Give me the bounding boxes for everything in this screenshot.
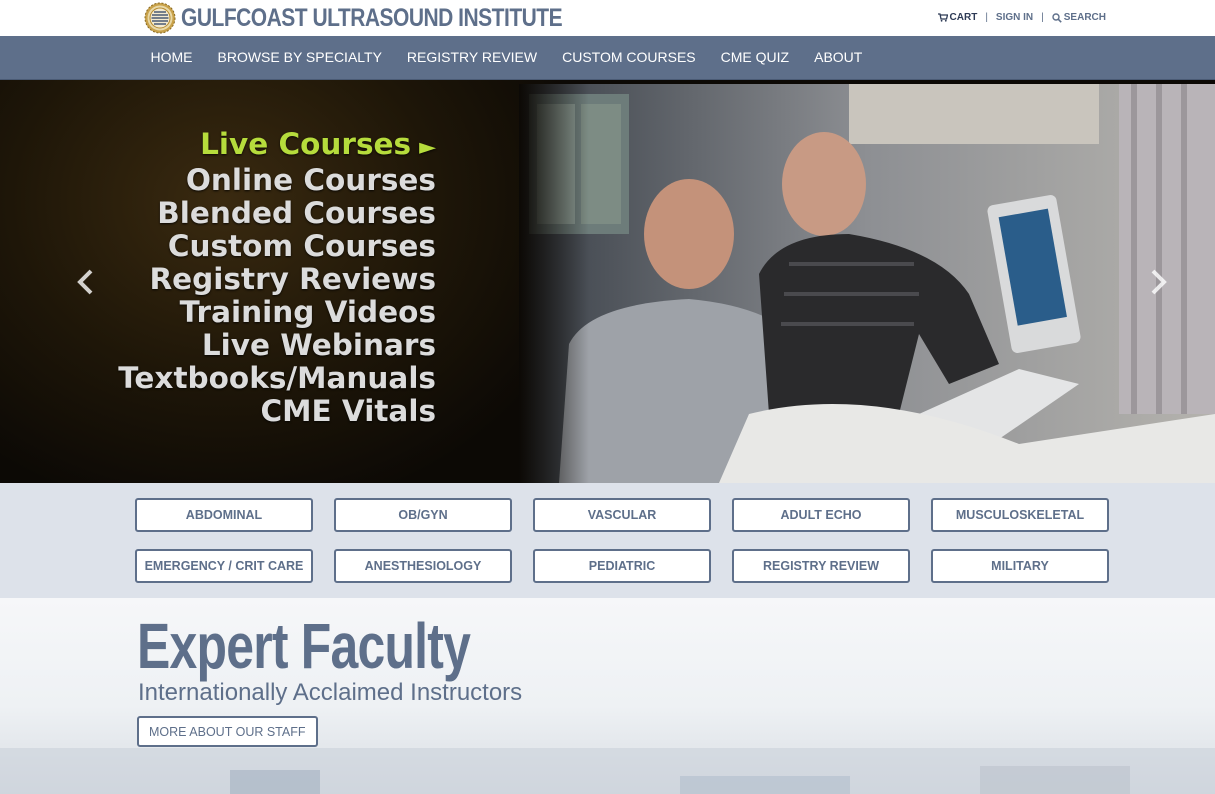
top-bar: GULFCOAST ULTRASOUND INSTITUTE CART | SI… [0, 0, 1215, 36]
cart-icon [937, 13, 948, 22]
cart-label: CART [949, 12, 978, 23]
separator: | [985, 12, 988, 23]
specialty-button-military[interactable]: MILITARY [931, 549, 1109, 583]
expert-faculty-section: Expert Faculty Internationally Acclaimed… [0, 598, 1215, 794]
specialty-button-pediatric[interactable]: PEDIATRIC [533, 549, 711, 583]
nav-item-browse-by-specialty[interactable]: BROWSE BY SPECIALTY [205, 36, 394, 80]
carousel-prev-button[interactable] [55, 80, 115, 483]
nav-item-home[interactable]: HOME [138, 36, 205, 80]
feature-subtitle: Internationally Acclaimed Instructors [138, 679, 523, 706]
more-about-staff-button[interactable]: MORE ABOUT OUR STAFF [137, 716, 318, 747]
site-logo[interactable]: GULFCOAST ULTRASOUND INSTITUTE [144, 2, 635, 34]
main-navbar: HOME BROWSE BY SPECIALTY REGISTRY REVIEW… [0, 36, 1215, 80]
nav-item-cme-quiz[interactable]: CME QUIZ [708, 36, 801, 80]
carousel-next-button[interactable] [1129, 80, 1189, 483]
nav-item-custom-courses[interactable]: CUSTOM COURSES [550, 36, 709, 80]
hero-photo [519, 84, 1215, 483]
specialty-buttons: ABDOMINAL OB/GYN VASCULAR ADULT ECHO MUS… [0, 483, 1215, 598]
search-link[interactable]: SEARCH [1052, 12, 1106, 23]
sign-in-label: SIGN IN [995, 12, 1034, 23]
search-icon [1052, 12, 1062, 23]
main-nav: HOME BROWSE BY SPECIALTY REGISTRY REVIEW… [138, 36, 875, 80]
sign-in-link[interactable]: SIGN IN [996, 12, 1033, 23]
nav-item-about[interactable]: ABOUT [802, 36, 875, 80]
specialty-button-adult-echo[interactable]: ADULT ECHO [732, 498, 910, 532]
search-label: SEARCH [1063, 12, 1106, 23]
utility-links: CART | SIGN IN | SEARCH [937, 12, 1106, 23]
specialty-button-musculoskeletal[interactable]: MUSCULOSKELETAL [931, 498, 1109, 532]
logo-text: GULFCOAST ULTRASOUND INSTITUTE [181, 3, 563, 32]
specialty-button-vascular[interactable]: VASCULAR [533, 498, 711, 532]
specialty-button-anesthesiology[interactable]: ANESTHESIOLOGY [334, 549, 512, 583]
specialty-button-ob-gyn[interactable]: OB/GYN [334, 498, 512, 532]
play-arrow-icon: ► [419, 135, 436, 160]
specialty-button-emergency-crit-care[interactable]: EMERGENCY / CRIT CARE [135, 549, 313, 583]
nav-item-registry-review[interactable]: REGISTRY REVIEW [394, 36, 549, 80]
chevron-right-icon [1151, 269, 1167, 294]
logo-emblem-icon [144, 2, 176, 34]
chevron-left-icon [77, 269, 93, 294]
cart-link[interactable]: CART [937, 12, 978, 23]
hero-carousel[interactable]: Live Courses ► Online Courses Blended Cou… [0, 80, 1215, 483]
feature-title: Expert Faculty [137, 610, 471, 682]
specialty-button-abdominal[interactable]: ABDOMINAL [135, 498, 313, 532]
separator: | [1041, 12, 1044, 23]
specialty-button-registry-review[interactable]: REGISTRY REVIEW [732, 549, 910, 583]
